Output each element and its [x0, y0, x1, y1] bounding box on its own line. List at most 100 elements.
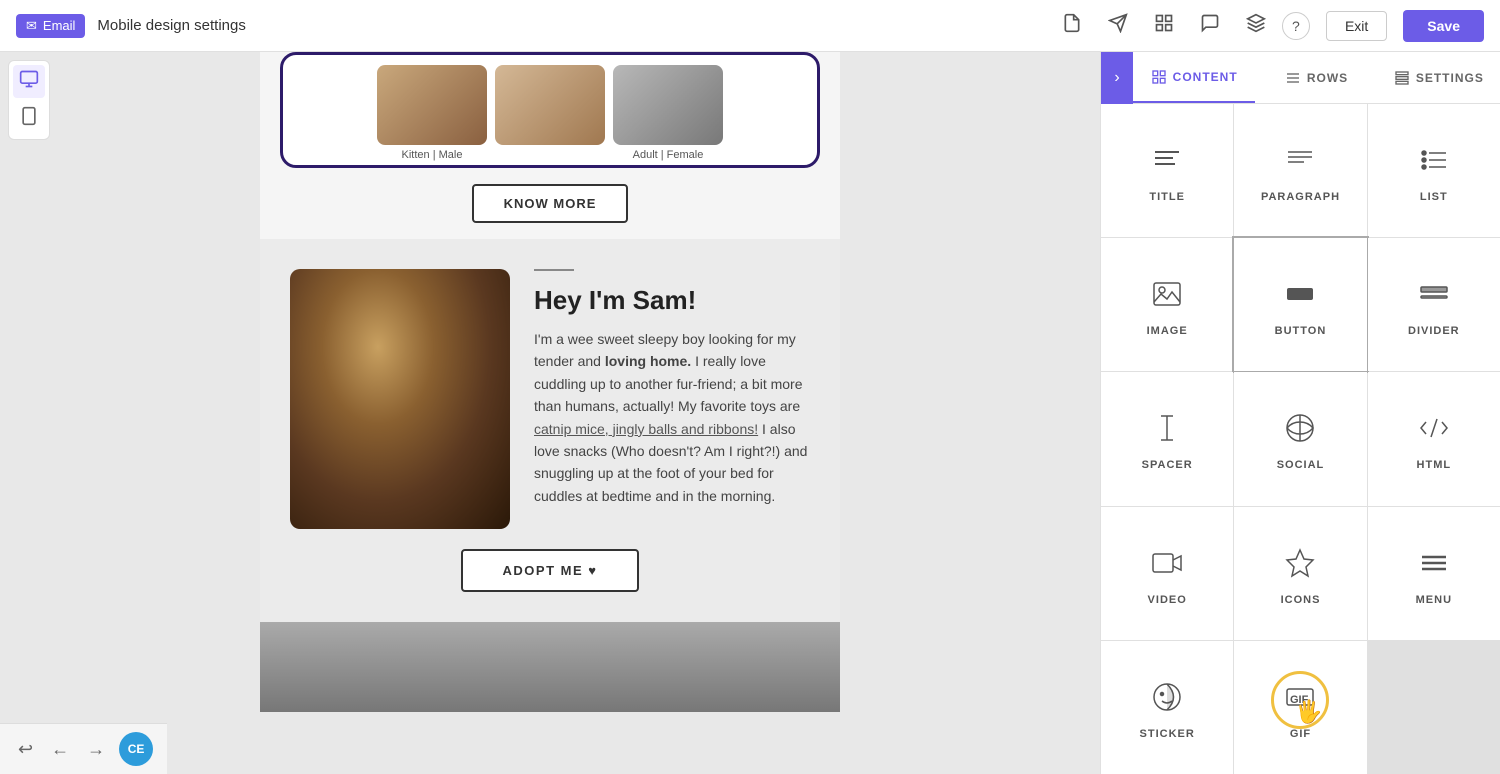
- panel-toggle-btn[interactable]: ›: [1101, 52, 1133, 104]
- sam-cat-image: [290, 269, 510, 529]
- spacer-label: SPACER: [1142, 459, 1193, 471]
- sam-title: Hey I'm Sam!: [534, 285, 810, 316]
- cat-label-3: Adult | Female: [633, 149, 704, 161]
- right-panel: › CONTENT ROWS SETTINGS: [1100, 52, 1500, 774]
- doc-icon-btn[interactable]: [1058, 9, 1086, 42]
- bottom-image-section: [260, 622, 840, 712]
- help-button[interactable]: ?: [1282, 12, 1310, 40]
- sam-body: I'm a wee sweet sleepy boy looking for m…: [534, 328, 810, 507]
- bottom-toolbar: ↩ ← → CE: [0, 723, 167, 774]
- cat-label-1: Kitten | Male: [402, 149, 463, 161]
- email-canvas: Kitten | Male Adult | Female: [0, 52, 1100, 712]
- paragraph-label: PARAGRAPH: [1261, 191, 1340, 203]
- content-item-icons[interactable]: ICONS: [1234, 507, 1366, 640]
- cat-card-3: Adult | Female: [613, 65, 723, 161]
- exit-button[interactable]: Exit: [1326, 11, 1387, 41]
- main-layout: Kitten | Male Adult | Female: [0, 52, 1500, 774]
- content-item-image[interactable]: IMAGE: [1101, 238, 1233, 371]
- title-label: TITLE: [1149, 191, 1185, 203]
- divider-icon: [1418, 278, 1450, 317]
- sticker-icon: [1151, 681, 1183, 720]
- chevron-right-icon: ›: [1114, 69, 1119, 87]
- panel-header: › CONTENT ROWS SETTINGS: [1101, 52, 1500, 104]
- button-icon: [1284, 278, 1316, 317]
- tab-settings[interactable]: SETTINGS: [1378, 52, 1500, 103]
- cat-cards-row: Kitten | Male Adult | Female: [293, 65, 807, 161]
- topbar-icons: [1058, 9, 1270, 42]
- layers-icon-btn[interactable]: [1242, 9, 1270, 42]
- tab-content-label: CONTENT: [1173, 70, 1238, 84]
- image-label: IMAGE: [1147, 325, 1188, 337]
- sam-text-block: Hey I'm Sam! I'm a wee sweet sleepy boy …: [534, 269, 810, 507]
- cat-card-1: Kitten | Male: [377, 65, 487, 161]
- email-badge-label: Email: [43, 18, 76, 33]
- tab-settings-label: SETTINGS: [1416, 71, 1484, 85]
- social-label: SOCIAL: [1277, 459, 1325, 471]
- save-button[interactable]: Save: [1403, 10, 1484, 42]
- email-icon: ✉: [26, 18, 37, 34]
- body-bold: loving home.: [605, 353, 691, 369]
- html-icon: [1418, 412, 1450, 451]
- back-button[interactable]: ←: [47, 735, 73, 764]
- video-label: VIDEO: [1148, 594, 1187, 606]
- gif-icon: GIF: [1284, 681, 1316, 720]
- content-item-divider[interactable]: DIVIDER: [1368, 238, 1500, 371]
- sam-section: Hey I'm Sam! I'm a wee sweet sleepy boy …: [260, 239, 840, 622]
- svg-text:GIF: GIF: [1290, 694, 1309, 706]
- html-label: HTML: [1417, 459, 1452, 471]
- undo-button[interactable]: ↩: [14, 735, 37, 764]
- canvas-area: Kitten | Male Adult | Female: [0, 52, 1100, 774]
- page-title: Mobile design settings: [97, 17, 1046, 34]
- mobile-view-btn[interactable]: [13, 102, 45, 135]
- content-item-html[interactable]: HTML: [1368, 372, 1500, 505]
- know-more-button[interactable]: KNOW MORE: [472, 184, 629, 223]
- image-icon: [1151, 278, 1183, 317]
- list-label: LIST: [1420, 191, 1448, 203]
- email-preview: Kitten | Male Adult | Female: [260, 52, 840, 712]
- content-item-video[interactable]: VIDEO: [1101, 507, 1233, 640]
- content-item-social[interactable]: SOCIAL: [1234, 372, 1366, 505]
- icons-icon: [1284, 547, 1316, 586]
- title-icon: [1151, 144, 1183, 183]
- adopt-btn-container: ADOPT ME ♥: [290, 529, 810, 602]
- chat-icon-btn[interactable]: [1196, 9, 1224, 42]
- know-more-section: KNOW MORE: [260, 168, 840, 239]
- content-item-sticker[interactable]: STICKER: [1101, 641, 1233, 774]
- tab-rows[interactable]: ROWS: [1255, 52, 1377, 103]
- email-badge[interactable]: ✉ Email: [16, 14, 85, 38]
- tab-content[interactable]: CONTENT: [1133, 52, 1255, 103]
- button-label: BUTTON: [1275, 325, 1327, 337]
- content-item-spacer[interactable]: SPACER: [1101, 372, 1233, 505]
- user-avatar: CE: [119, 732, 153, 766]
- video-icon: [1151, 547, 1183, 586]
- content-item-paragraph[interactable]: PARAGRAPH: [1234, 104, 1366, 237]
- content-item-gif[interactable]: 🖐 GIF GIF: [1234, 641, 1366, 774]
- content-item-title[interactable]: TITLE: [1101, 104, 1233, 237]
- grid-icon-btn[interactable]: [1150, 9, 1178, 42]
- spacer-icon: [1151, 412, 1183, 451]
- social-icon: [1284, 412, 1316, 451]
- content-item-list[interactable]: LIST: [1368, 104, 1500, 237]
- forward-button[interactable]: →: [83, 735, 109, 764]
- cat-image-3: [613, 65, 723, 145]
- cat-card-2: [495, 65, 605, 161]
- content-item-button[interactable]: BUTTON: [1234, 238, 1366, 371]
- content-item-menu[interactable]: MENU: [1368, 507, 1500, 640]
- sam-image-inner: [290, 269, 510, 529]
- panel-tabs: CONTENT ROWS SETTINGS: [1133, 52, 1500, 104]
- cat-cards-section: Kitten | Male Adult | Female: [260, 52, 840, 168]
- adopt-me-button[interactable]: ADOPT ME ♥: [461, 549, 640, 592]
- tab-rows-label: ROWS: [1307, 71, 1348, 85]
- divider-label: DIVIDER: [1408, 325, 1460, 337]
- icons-label: ICONS: [1281, 594, 1321, 606]
- menu-label: MENU: [1416, 594, 1452, 606]
- desktop-view-btn[interactable]: [13, 65, 45, 98]
- body-link[interactable]: catnip mice, jingly balls and ribbons!: [534, 421, 758, 437]
- content-grid: TITLE PARAGRAPH LIST IM: [1101, 104, 1500, 774]
- send-icon-btn[interactable]: [1104, 9, 1132, 42]
- gif-label: GIF: [1290, 728, 1311, 740]
- cat-image-2: [495, 65, 605, 145]
- sam-divider: [534, 269, 574, 271]
- menu-icon: [1418, 547, 1450, 586]
- device-toggle: [8, 60, 50, 140]
